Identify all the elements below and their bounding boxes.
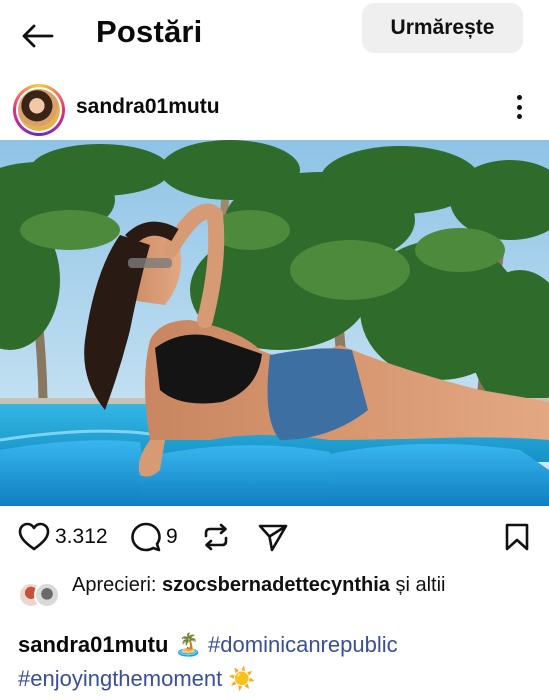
send-icon — [258, 524, 288, 552]
post-actions: 3.312 9 — [0, 516, 549, 560]
island-emoji: 🏝️ — [174, 632, 202, 657]
likes-count: 3.312 — [55, 525, 108, 548]
comment-icon — [131, 522, 161, 552]
liker-avatars — [18, 582, 66, 608]
post-image[interactable] — [0, 140, 549, 506]
heart-icon — [18, 522, 50, 551]
post-caption: sandra01mutu 🏝️ #dominicanrepublic #enjo… — [18, 628, 538, 696]
more-options-button[interactable] — [505, 92, 533, 122]
hashtag-link[interactable]: #dominicanrepublic — [208, 632, 398, 657]
avatar[interactable] — [13, 84, 65, 136]
hashtag-link[interactable]: #enjoyingthemoment — [18, 666, 222, 691]
liked-by: Aprecieri: szocsbernadettecynthia și alt… — [0, 568, 549, 622]
likes-prefix: Aprecieri: — [72, 574, 157, 596]
post-header: sandra01mutu — [0, 78, 549, 136]
repost-icon — [204, 523, 228, 551]
sun-emoji: ☀️ — [228, 666, 256, 691]
share-button[interactable] — [257, 520, 289, 554]
post-username[interactable]: sandra01mutu — [76, 95, 220, 119]
liked-by-username[interactable]: szocsbernadettecynthia — [162, 574, 390, 596]
comment-button[interactable]: 9 — [131, 520, 178, 554]
comments-count: 9 — [166, 525, 178, 548]
repost-button[interactable] — [201, 520, 231, 554]
like-button[interactable]: 3.312 — [18, 520, 108, 554]
back-button[interactable] — [18, 18, 58, 54]
bookmark-icon — [505, 523, 529, 551]
arrow-left-icon — [22, 24, 54, 48]
follow-button[interactable]: Urmărește — [362, 3, 523, 53]
top-bar: Postări Urmărește — [0, 0, 549, 72]
caption-username[interactable]: sandra01mutu — [18, 632, 168, 657]
likes-suffix[interactable]: și altii — [395, 574, 445, 596]
more-vertical-icon — [516, 95, 522, 100]
page-title: Postări — [96, 14, 203, 49]
save-button[interactable] — [504, 520, 530, 554]
